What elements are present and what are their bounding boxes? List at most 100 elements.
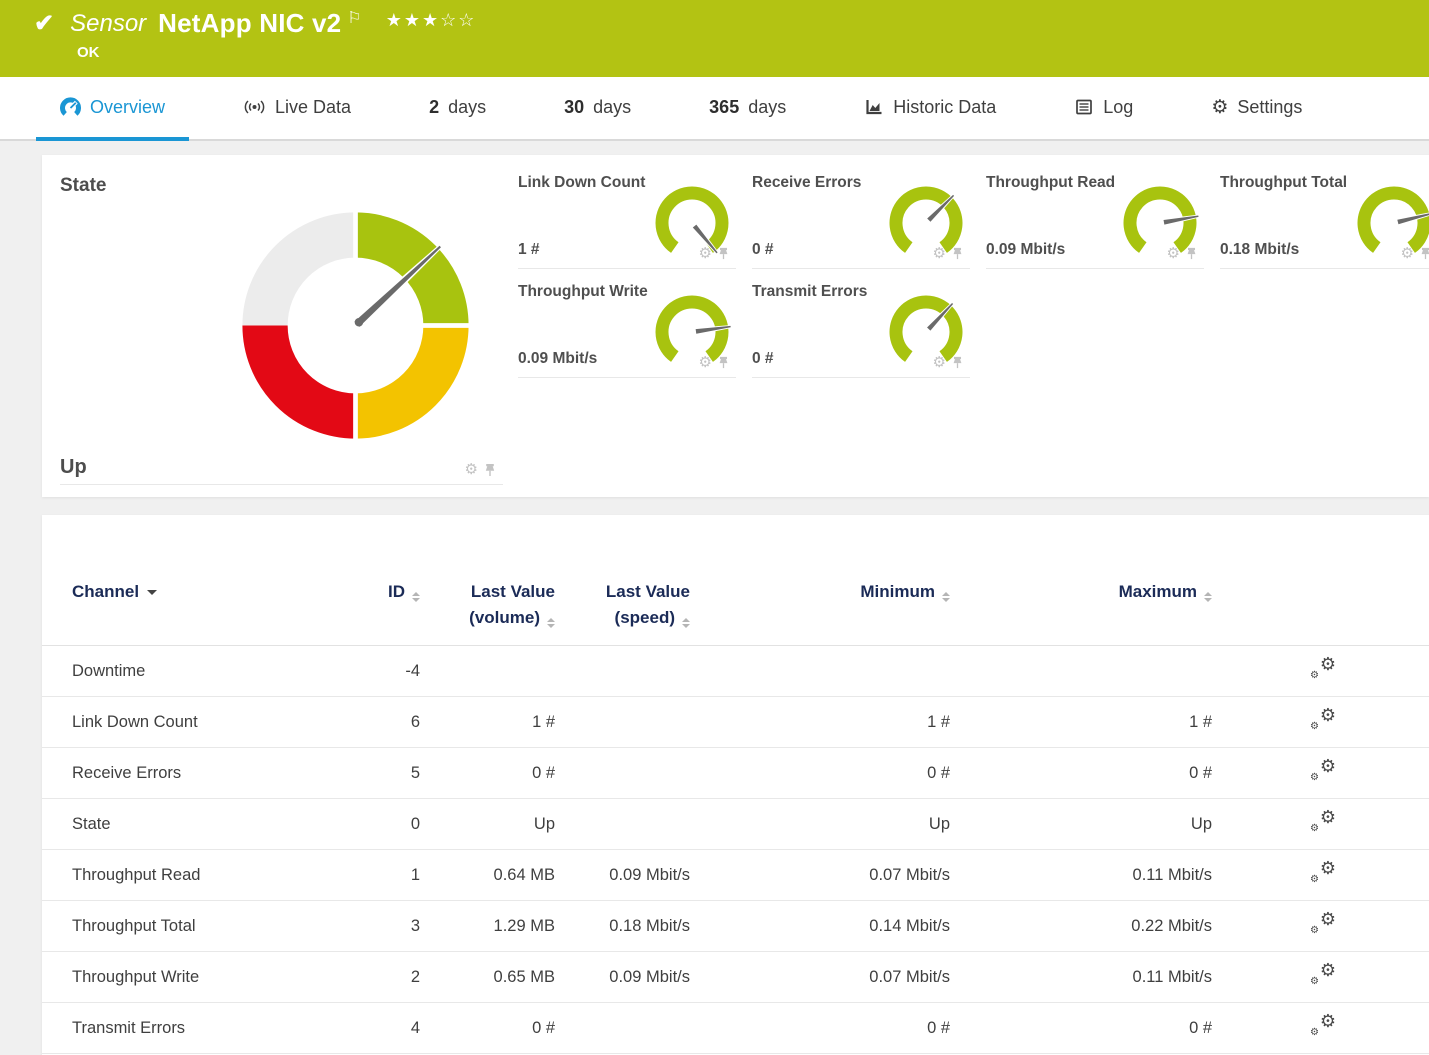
gear-icon: ⚙ xyxy=(1310,722,1319,732)
gear-icon: ⚙ xyxy=(1320,808,1336,826)
tab-settings[interactable]: ⚙ Settings xyxy=(1187,77,1326,141)
divider xyxy=(1220,268,1429,269)
table-row: Throughput Write 2 0.65 MB 0.09 Mbit/s 0… xyxy=(42,952,1429,1003)
state-gauge-dial xyxy=(233,203,478,448)
gauge-settings-gear-icon[interactable]: ⚙ xyxy=(1401,246,1414,261)
tab-label: Overview xyxy=(90,97,165,118)
cell-maximum: 0.22 Mbit/s xyxy=(950,917,1212,936)
column-header-channel[interactable]: Channel xyxy=(72,579,382,605)
channel-settings-button[interactable]: ⚙⚙ xyxy=(1310,759,1336,783)
cell-id: 0 xyxy=(382,815,420,834)
cell-last-value-volume: Up xyxy=(420,815,555,834)
cell-maximum: Up xyxy=(950,815,1212,834)
gauge-settings-gear-icon[interactable]: ⚙ xyxy=(1167,246,1180,261)
flag-icon[interactable]: ⚐ xyxy=(347,8,361,28)
channel-settings-button[interactable]: ⚙⚙ xyxy=(1310,1014,1336,1038)
pin-icon[interactable] xyxy=(717,356,730,369)
gauge-value: 0 # xyxy=(752,241,774,259)
cell-last-value-volume: 1.29 MB xyxy=(420,917,555,936)
tab-30-days[interactable]: 30 days xyxy=(540,77,655,141)
column-header-last-value-speed[interactable]: Last Value (speed) xyxy=(555,579,690,631)
cell-id: 5 xyxy=(382,764,420,783)
channel-settings-button[interactable]: ⚙⚙ xyxy=(1310,810,1336,834)
gauge-card-throughput-read: Throughput Read 0.09 Mbit/s ⚙ xyxy=(986,168,1204,269)
pin-icon[interactable] xyxy=(951,356,964,369)
sort-arrows-icon xyxy=(412,592,420,602)
channel-settings-button[interactable]: ⚙⚙ xyxy=(1310,657,1336,681)
column-header-last-value-volume[interactable]: Last Value (volume) xyxy=(420,579,555,631)
tab-label: Settings xyxy=(1237,97,1302,118)
gauge-value: 0.09 Mbit/s xyxy=(986,241,1065,259)
pin-icon[interactable] xyxy=(717,247,730,260)
pin-icon[interactable] xyxy=(1185,247,1198,260)
cell-channel: State xyxy=(72,815,382,834)
gauge-actions: ⚙ xyxy=(699,246,730,261)
sensor-type-label: Sensor xyxy=(70,10,146,38)
tab-label-number: 365 xyxy=(709,97,739,118)
sort-arrows-icon xyxy=(547,618,555,628)
cell-minimum: 0 # xyxy=(690,764,950,783)
cell-id: 4 xyxy=(382,1019,420,1038)
cell-maximum: 0.11 Mbit/s xyxy=(950,866,1212,885)
column-header-id[interactable]: ID xyxy=(382,579,420,605)
sensor-title: NetApp NIC v2 xyxy=(158,8,341,39)
column-header-maximum[interactable]: Maximum xyxy=(950,579,1212,605)
cell-maximum: 0.11 Mbit/s xyxy=(950,968,1212,987)
cell-id: 1 xyxy=(382,866,420,885)
gear-icon: ⚙ xyxy=(1310,875,1319,885)
cell-channel: Downtime xyxy=(72,662,382,681)
cell-id: 2 xyxy=(382,968,420,987)
tab-label: days xyxy=(748,97,786,118)
gear-icon: ⚙ xyxy=(1320,655,1336,673)
status-check-icon: ✔ xyxy=(34,12,54,36)
gauge-title: Throughput Total xyxy=(1220,174,1347,192)
area-chart-icon xyxy=(864,97,884,117)
gauge-settings-gear-icon[interactable]: ⚙ xyxy=(465,462,478,477)
gear-icon: ⚙ xyxy=(1211,98,1228,117)
gauge-card-transmit-errors: Transmit Errors 0 # ⚙ xyxy=(752,277,970,378)
tab-label: Historic Data xyxy=(893,97,996,118)
sort-arrows-icon xyxy=(942,592,950,602)
column-header-minimum[interactable]: Minimum xyxy=(690,579,950,605)
sensor-overview-page: ✔ Sensor NetApp NIC v2 ⚐ ★★★☆☆ OK Overvi… xyxy=(0,0,1429,1055)
pin-icon[interactable] xyxy=(1419,247,1429,260)
channel-settings-button[interactable]: ⚙⚙ xyxy=(1310,963,1336,987)
cell-last-value-volume: 0 # xyxy=(420,764,555,783)
gauge-title: State xyxy=(60,175,106,197)
tab-log[interactable]: Log xyxy=(1050,77,1157,141)
tab-historic-data[interactable]: Historic Data xyxy=(840,77,1020,141)
channel-settings-button[interactable]: ⚙⚙ xyxy=(1310,861,1336,885)
gauges-panel: State Up ⚙ xyxy=(42,155,1429,497)
priority-stars[interactable]: ★★★☆☆ xyxy=(386,10,477,31)
cell-channel: Throughput Write xyxy=(72,968,382,987)
gear-icon: ⚙ xyxy=(1320,1012,1336,1030)
sort-arrows-icon xyxy=(1204,592,1212,602)
table-row: Link Down Count 6 1 # 1 # 1 # ⚙⚙ xyxy=(42,697,1429,748)
cell-maximum: 1 # xyxy=(950,713,1212,732)
tab-overview[interactable]: Overview xyxy=(36,77,189,141)
tab-2-days[interactable]: 2 days xyxy=(405,77,510,141)
channel-settings-button[interactable]: ⚙⚙ xyxy=(1310,912,1336,936)
tab-label-number: 2 xyxy=(429,97,439,118)
channel-settings-button[interactable]: ⚙⚙ xyxy=(1310,708,1336,732)
table-row: Transmit Errors 4 0 # 0 # 0 # ⚙⚙ xyxy=(42,1003,1429,1054)
cell-minimum: 0.07 Mbit/s xyxy=(690,866,950,885)
cell-channel: Throughput Read xyxy=(72,866,382,885)
gauge-settings-gear-icon[interactable]: ⚙ xyxy=(933,355,946,370)
gear-icon: ⚙ xyxy=(1320,961,1336,979)
gear-icon: ⚙ xyxy=(1320,910,1336,928)
pin-icon[interactable] xyxy=(483,463,497,477)
tab-live-data[interactable]: Live Data xyxy=(219,77,375,141)
cell-id: -4 xyxy=(382,662,420,681)
tab-label-number: 30 xyxy=(564,97,584,118)
cell-maximum: 0 # xyxy=(950,1019,1212,1038)
gauge-settings-gear-icon[interactable]: ⚙ xyxy=(699,355,712,370)
gauge-settings-gear-icon[interactable]: ⚙ xyxy=(699,246,712,261)
gauge-settings-gear-icon[interactable]: ⚙ xyxy=(933,246,946,261)
log-icon xyxy=(1074,97,1094,117)
live-icon xyxy=(243,97,266,117)
pin-icon[interactable] xyxy=(951,247,964,260)
cell-channel: Receive Errors xyxy=(72,764,382,783)
gauge-title: Link Down Count xyxy=(518,174,645,192)
tab-365-days[interactable]: 365 days xyxy=(685,77,810,141)
